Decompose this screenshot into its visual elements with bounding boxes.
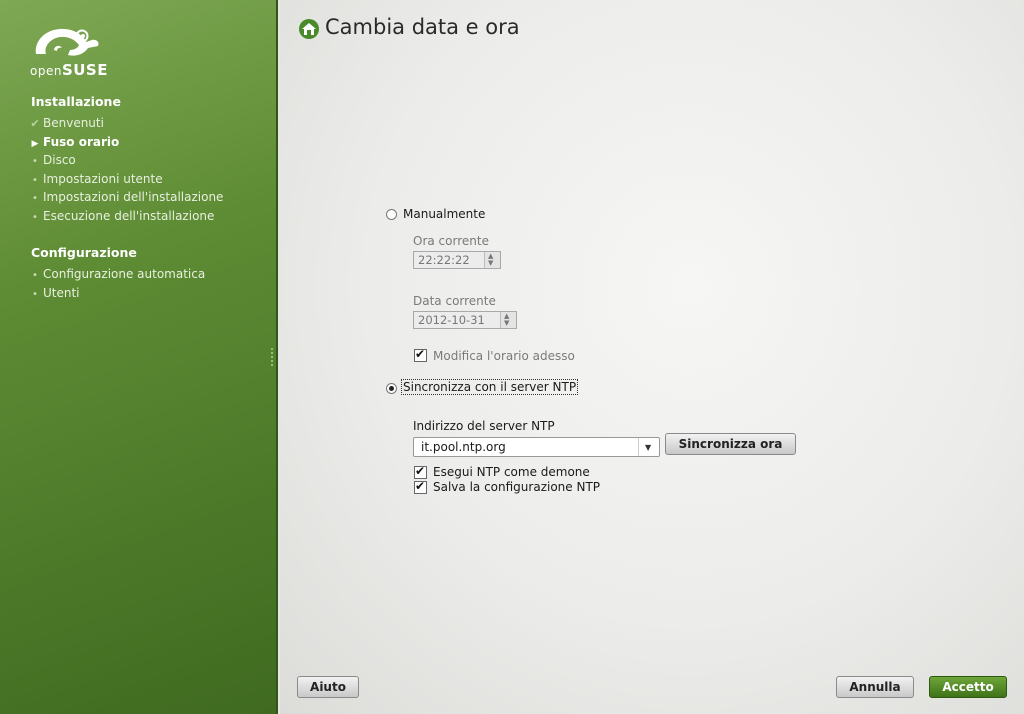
sidebar: openSUSE Installazione ✔ Benvenuti ▶ Fuso … — [0, 0, 278, 714]
step-benvenuti: ✔ Benvenuti — [27, 114, 223, 133]
current-time-value: 22:22:22 — [418, 253, 470, 267]
bullet-icon: • — [32, 270, 38, 281]
sidebar-resize-handle[interactable] — [271, 348, 273, 366]
ntp-server-value: it.pool.ntp.org — [421, 440, 506, 454]
step-disco: • Disco — [27, 151, 223, 170]
current-date-label: Data corrente — [413, 294, 496, 308]
current-date-spinbox[interactable]: 2012-10-31 ▲ ▼ — [413, 311, 517, 329]
date-spin-arrows[interactable]: ▲ ▼ — [500, 312, 516, 328]
current-time-label: Ora corrente — [413, 234, 489, 248]
step-fuso-orario: ▶ Fuso orario — [27, 133, 223, 152]
dropdown-button[interactable]: ▼ — [638, 438, 659, 456]
bullet-icon: • — [32, 156, 38, 168]
chevron-down-icon: ▼ — [645, 443, 652, 452]
step-impostazioni-installazione: • Impostazioni dell'installazione — [27, 188, 223, 207]
section-title-configurazione: Configurazione — [31, 245, 137, 260]
section-title-installazione: Installazione — [31, 94, 121, 109]
help-button[interactable]: Aiuto — [297, 676, 359, 698]
ntp-server-combobox[interactable]: it.pool.ntp.org ▼ — [413, 437, 660, 457]
opensuse-chameleon-logo — [35, 28, 99, 56]
step-impostazioni-utente: • Impostazioni utente — [27, 170, 223, 189]
ntp-daemon-checkbox[interactable] — [414, 464, 427, 479]
clock-house-icon — [299, 19, 319, 39]
bullet-icon: • — [32, 288, 38, 300]
spin-down-icon[interactable]: ▼ — [504, 320, 509, 327]
save-ntp-config-checkbox[interactable] — [414, 479, 427, 494]
sync-now-button[interactable]: Sincronizza ora — [665, 433, 796, 455]
ntp-radio-label[interactable]: Sincronizza con il server NTP — [400, 379, 579, 395]
manual-radio-label[interactable]: Manualmente — [403, 207, 485, 221]
step-utenti: • Utenti — [27, 284, 205, 303]
ntp-radio[interactable] — [386, 383, 397, 394]
manual-radio[interactable] — [386, 209, 397, 220]
modify-now-checkbox[interactable] — [414, 347, 427, 362]
accept-button[interactable]: Accetto — [929, 676, 1007, 698]
cancel-button[interactable]: Annulla — [836, 676, 914, 698]
ntp-server-label: Indirizzo del server NTP — [413, 419, 555, 433]
time-spin-arrows[interactable]: ▲ ▼ — [484, 252, 500, 268]
ntp-daemon-label[interactable]: Esegui NTP come demone — [433, 465, 590, 479]
bullet-icon: • — [32, 211, 38, 223]
spin-down-icon[interactable]: ▼ — [488, 260, 493, 267]
brand-wordmark: openSUSE — [30, 61, 108, 79]
current-time-spinbox[interactable]: 22:22:22 ▲ ▼ — [413, 251, 501, 269]
modify-now-label[interactable]: Modifica l'orario adesso — [433, 349, 575, 363]
configuration-steps: • Configurazione automatica • Utenti — [27, 265, 205, 302]
installation-steps: ✔ Benvenuti ▶ Fuso orario • Disco • Impostaz… — [27, 114, 223, 226]
main-panel: Cambia data e ora Manualmente Ora corren… — [280, 0, 1024, 714]
checkmark-icon: ✔ — [30, 117, 40, 130]
current-date-value: 2012-10-31 — [418, 313, 485, 327]
save-ntp-config-label[interactable]: Salva la configurazione NTP — [433, 480, 600, 494]
step-esecuzione-installazione: • Esecuzione dell'installazione — [27, 207, 223, 226]
step-configurazione-automatica: • Configurazione automatica — [27, 265, 205, 284]
page-title: Cambia data e ora — [325, 15, 520, 39]
